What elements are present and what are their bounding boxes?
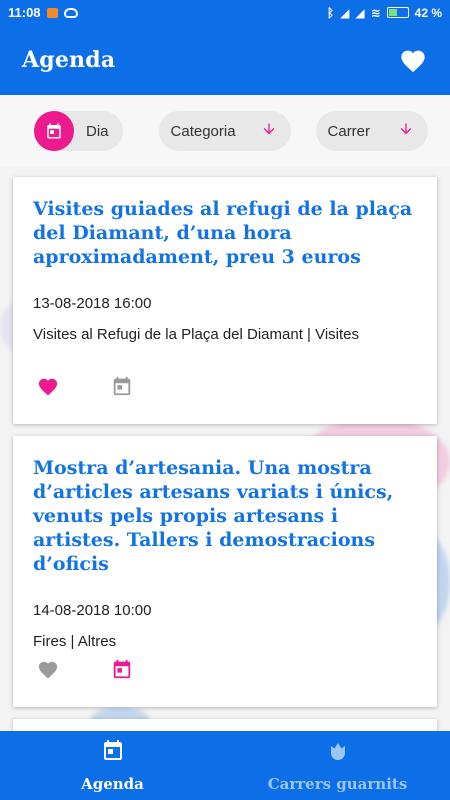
day-filter-label: Dia bbox=[86, 122, 109, 140]
event-title: Mostra d’artesania. Una mostra d’article… bbox=[33, 457, 394, 575]
category-dropdown-label: Categoria bbox=[170, 122, 236, 140]
add-to-calendar-icon[interactable] bbox=[111, 658, 133, 685]
status-time: 11:08 bbox=[8, 5, 41, 20]
page-title: Agenda bbox=[22, 47, 116, 73]
battery-percent: 42 % bbox=[414, 5, 442, 20]
add-to-calendar-icon[interactable] bbox=[111, 375, 133, 402]
street-dropdown-label: Carrer bbox=[327, 122, 371, 140]
calendar-icon bbox=[101, 738, 125, 767]
wifi-icon: ≋ bbox=[370, 5, 381, 20]
status-bar: 11:08 ᛒ ◢ ◢ ≋ 42 % bbox=[0, 0, 450, 25]
signal-icon: ◢ bbox=[340, 5, 350, 20]
flower-icon bbox=[326, 738, 350, 767]
favorite-heart-icon[interactable] bbox=[37, 376, 59, 401]
favorites-heart-icon[interactable] bbox=[398, 45, 428, 75]
bluetooth-icon: ᛒ bbox=[326, 5, 335, 20]
nav-agenda-label: Agenda bbox=[81, 775, 144, 793]
event-title: Visites guiades al refugi de la plaça de… bbox=[33, 198, 413, 268]
arrow-down-icon bbox=[398, 121, 414, 141]
event-card[interactable]: Visites guiades al refugi de la plaça de… bbox=[13, 177, 437, 424]
app-notification-icon bbox=[63, 7, 78, 18]
nav-agenda[interactable]: Agenda bbox=[0, 731, 225, 800]
nav-carrers-guarnits[interactable]: Carrers guarnits bbox=[225, 731, 450, 800]
nav-carrers-guarnits-label: Carrers guarnits bbox=[267, 775, 408, 793]
street-dropdown[interactable]: Carrer bbox=[315, 111, 428, 151]
event-card[interactable] bbox=[13, 719, 437, 731]
event-datetime: 13-08-2018 16:00 bbox=[33, 295, 152, 312]
category-dropdown[interactable]: Categoria bbox=[158, 111, 291, 151]
arrow-down-icon bbox=[261, 121, 277, 141]
bottom-navigation: Agenda Carrers guarnits bbox=[0, 731, 450, 800]
event-datetime: 14-08-2018 10:00 bbox=[33, 602, 152, 619]
signal-icon-2: ◢ bbox=[355, 5, 365, 20]
calendar-icon bbox=[34, 111, 74, 151]
event-card[interactable]: Mostra d’artesania. Una mostra d’article… bbox=[13, 436, 437, 707]
notification-icon bbox=[46, 7, 58, 18]
filter-bar: Dia Categoria Carrer bbox=[0, 95, 450, 167]
event-list[interactable]: Visites guiades al refugi de la plaça de… bbox=[0, 167, 450, 731]
event-place: Fires | Altres bbox=[33, 633, 117, 650]
battery-icon bbox=[386, 7, 409, 18]
event-place: Visites al Refugi de la Plaça del Diaman… bbox=[33, 326, 360, 343]
app-bar: Agenda bbox=[0, 25, 450, 95]
favorite-heart-icon[interactable] bbox=[37, 659, 59, 684]
day-filter-chip[interactable]: Dia bbox=[34, 111, 123, 151]
